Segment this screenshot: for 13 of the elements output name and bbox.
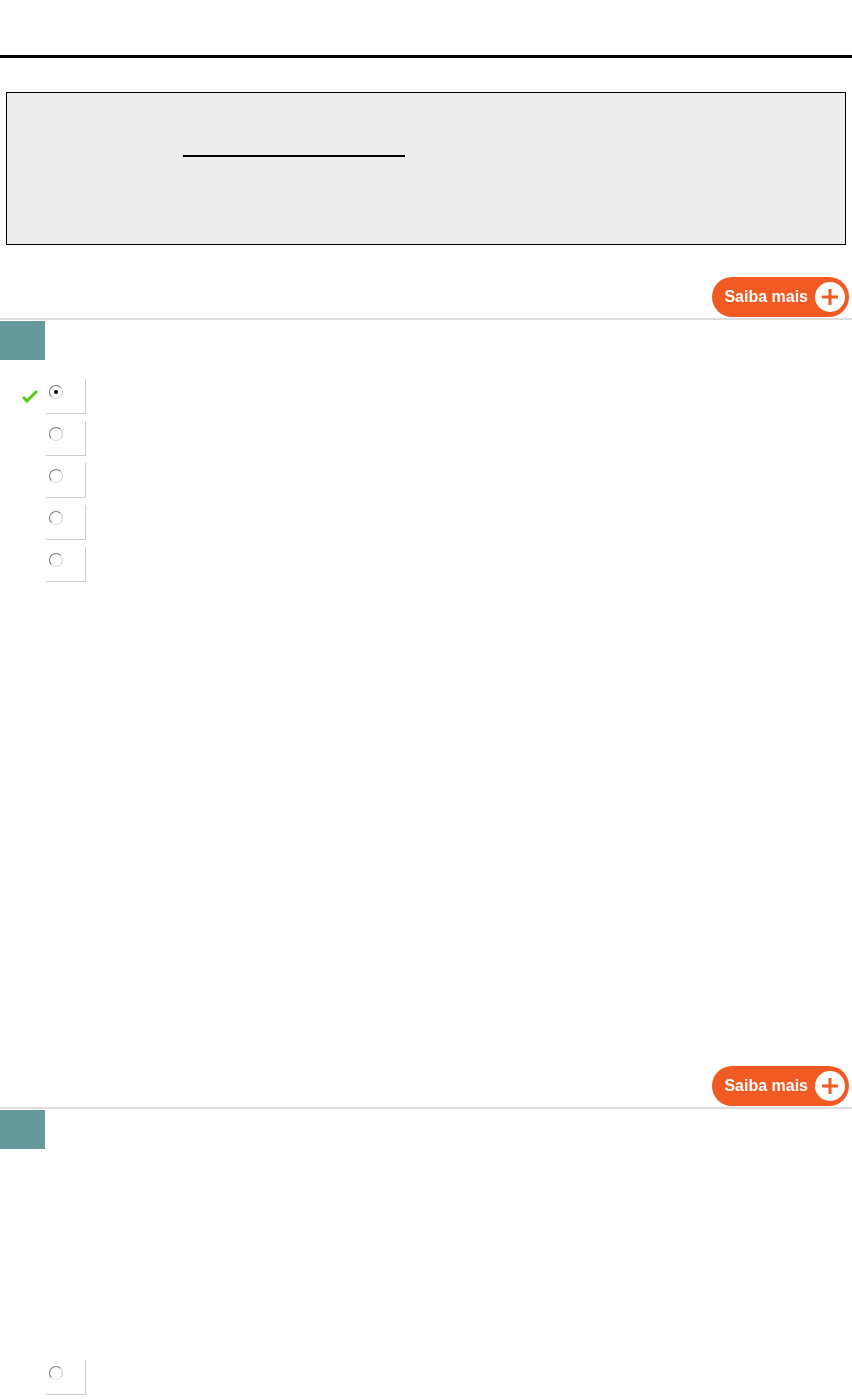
radio-button[interactable] xyxy=(49,384,63,399)
plus-icon xyxy=(814,281,846,313)
question-number-badge xyxy=(0,321,45,360)
radio-button[interactable] xyxy=(49,468,63,483)
more-button[interactable]: Saiba mais xyxy=(712,1066,849,1106)
plus-icon xyxy=(814,1070,846,1102)
radio-button[interactable] xyxy=(49,510,63,525)
more-button[interactable]: Saiba mais xyxy=(712,277,849,317)
question-number-badge xyxy=(0,1110,45,1149)
radio-button[interactable] xyxy=(49,426,63,441)
radio-button[interactable] xyxy=(49,552,63,567)
check-icon xyxy=(22,389,38,403)
radio-button[interactable] xyxy=(49,1365,63,1380)
